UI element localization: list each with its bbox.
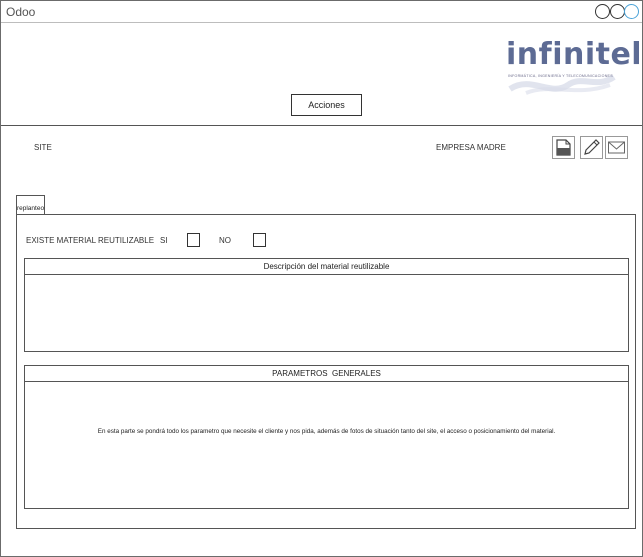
logo-tagline: INFORMÁTICA, INGENIERÍA Y TELECOMUNICACI…	[508, 74, 613, 78]
general-params-section: PARAMETROS GENERALES En esta parte se po…	[24, 365, 629, 509]
description-textarea[interactable]	[25, 275, 628, 351]
reusable-material-label: EXISTE MATERIAL REUTILIZABLE	[26, 236, 155, 245]
yes-checkbox[interactable]	[187, 233, 200, 247]
email-button[interactable]	[605, 136, 628, 159]
parent-company-label: EMPRESA MADRE	[436, 143, 506, 152]
description-section: Descripción del material reutilizable	[24, 258, 629, 352]
title-bar: Odoo	[1, 1, 642, 23]
general-params-header: PARAMETROS GENERALES	[25, 366, 628, 382]
app-window: Odoo infinitel INFORMÁTICA, INGENIERÍA Y…	[0, 0, 643, 557]
edit-pencil-icon	[584, 139, 600, 155]
edit-button[interactable]	[580, 136, 603, 159]
window-maximize-button[interactable]	[610, 4, 625, 19]
no-label: NO	[219, 236, 231, 245]
document-button[interactable]	[552, 136, 575, 159]
tab-label: replanteo	[16, 205, 45, 212]
logo-wordmark: infinitel	[506, 37, 643, 72]
site-label: SITE	[34, 143, 52, 152]
mail-envelope-icon	[608, 141, 625, 154]
no-checkbox[interactable]	[253, 233, 266, 247]
yes-label: SI	[160, 236, 168, 245]
window-minimize-button[interactable]	[595, 4, 610, 19]
company-logo: infinitel INFORMÁTICA, INGENIERÍA Y TELE…	[506, 39, 642, 97]
header-divider	[1, 125, 642, 126]
window-title: Odoo	[6, 5, 36, 19]
general-params-text: En esta parte se pondrá todo los paramet…	[97, 428, 556, 435]
document-icon	[556, 139, 571, 156]
description-title: Descripción del material reutilizable	[263, 262, 390, 271]
general-params-title: PARAMETROS GENERALES	[272, 369, 381, 378]
window-close-button[interactable]	[624, 4, 639, 19]
tab-replanteo[interactable]: replanteo	[16, 195, 45, 215]
description-header: Descripción del material reutilizable	[25, 259, 628, 275]
actions-button[interactable]: Acciones	[291, 94, 362, 116]
